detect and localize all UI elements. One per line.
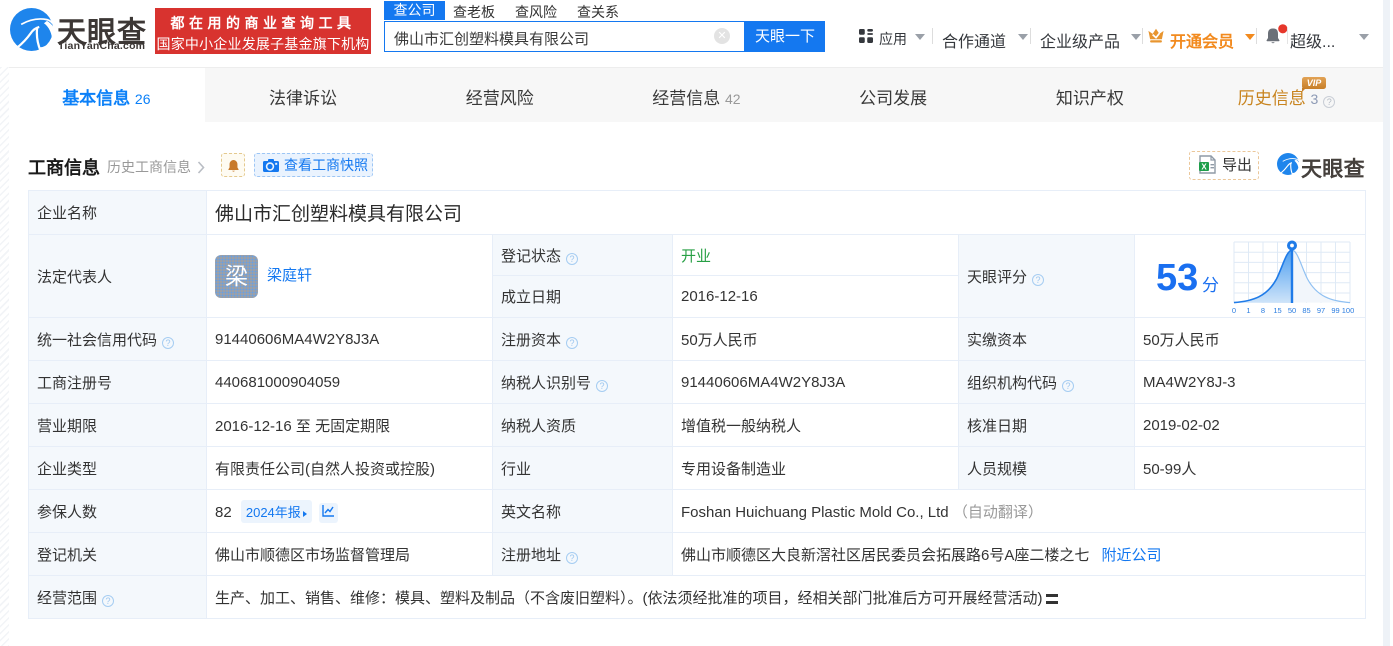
svg-text:0: 0 — [1232, 306, 1236, 315]
svg-text:85: 85 — [1302, 306, 1310, 315]
svg-text:50: 50 — [1288, 306, 1296, 315]
svg-text:100: 100 — [1342, 306, 1355, 315]
svg-text:99: 99 — [1331, 306, 1339, 315]
svg-text:X: X — [1201, 162, 1207, 171]
svg-text:97: 97 — [1317, 306, 1325, 315]
svg-text:8: 8 — [1261, 306, 1265, 315]
svg-text:1: 1 — [1246, 306, 1250, 315]
svg-text:15: 15 — [1273, 306, 1281, 315]
